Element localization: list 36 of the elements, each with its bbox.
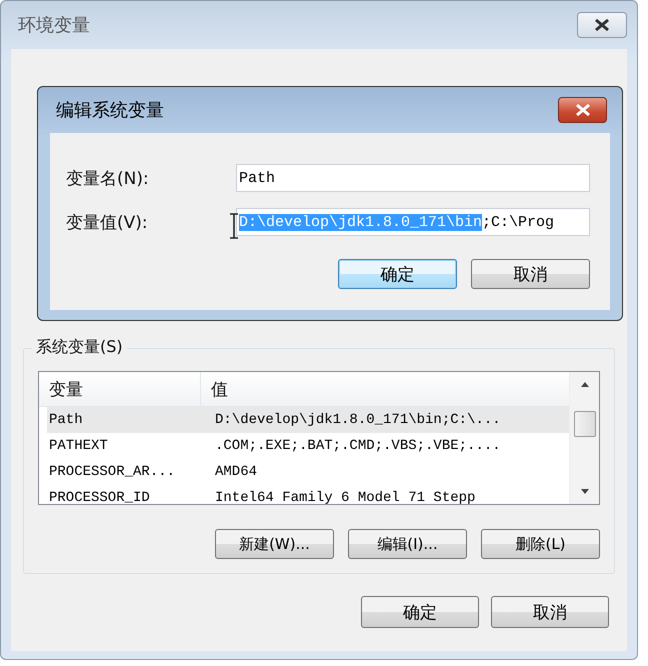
variable-name: PATHEXT (48, 438, 109, 454)
column-header[interactable]: 变量 (39, 372, 201, 406)
close-button[interactable] (577, 12, 627, 38)
scrollbar[interactable] (569, 372, 599, 504)
dialog-button[interactable]: 确定 (338, 259, 457, 289)
name-field[interactable]: Path (236, 164, 590, 192)
variable-value: D:\develop\jdk1.8.0_171\bin;C:\... (214, 412, 502, 428)
close-icon (594, 19, 610, 31)
variable-name: PROCESSOR_AR... (48, 464, 176, 480)
text-cursor-icon (229, 213, 239, 239)
list-action-button[interactable]: 删除(L) (481, 529, 600, 559)
column-header[interactable]: 值 (201, 372, 569, 406)
list-row[interactable]: PATHEXT .COM;.EXE;.BAT;.CMD;.VBS;.VBE;.... (47, 433, 569, 459)
variable-name: Path (48, 412, 84, 428)
scroll-thumb[interactable] (574, 411, 596, 437)
dialog-button[interactable]: 取消 (491, 596, 609, 628)
close-icon (574, 104, 590, 116)
list-action-button[interactable]: 编辑(I)... (348, 529, 467, 559)
value-field[interactable]: D:\develop\jdk1.8.0_171\bin;C:\Prog (236, 208, 590, 236)
variable-value: .COM;.EXE;.BAT;.CMD;.VBS;.VBE;.... (214, 438, 502, 454)
field-label: 变量名(N): (66, 168, 149, 190)
up-arrow-icon[interactable] (580, 381, 590, 387)
close-button[interactable] (558, 97, 607, 123)
dialog-button[interactable]: 确定 (361, 596, 479, 628)
window-title: 环境变量 (18, 14, 90, 37)
list-row[interactable]: PROCESSOR_AR... AMD64 (47, 459, 569, 485)
field-label: 变量值(V): (66, 212, 148, 234)
down-arrow-icon[interactable] (580, 489, 590, 495)
variable-name: PROCESSOR_ID (48, 490, 151, 504)
variable-value: Intel64 Family 6 Model 71 Stepp (214, 490, 476, 504)
list-row[interactable]: Path D:\develop\jdk1.8.0_171\bin;C:\... (47, 407, 569, 433)
dialog-title: 编辑系统变量 (56, 99, 164, 122)
list-row[interactable]: PROCESSOR_ID Intel64 Family 6 Model 71 Stepp (47, 485, 569, 504)
variable-value: AMD64 (214, 464, 258, 480)
dialog-button[interactable]: 取消 (471, 259, 590, 289)
list-action-button[interactable]: 新建(W)... (215, 529, 334, 559)
